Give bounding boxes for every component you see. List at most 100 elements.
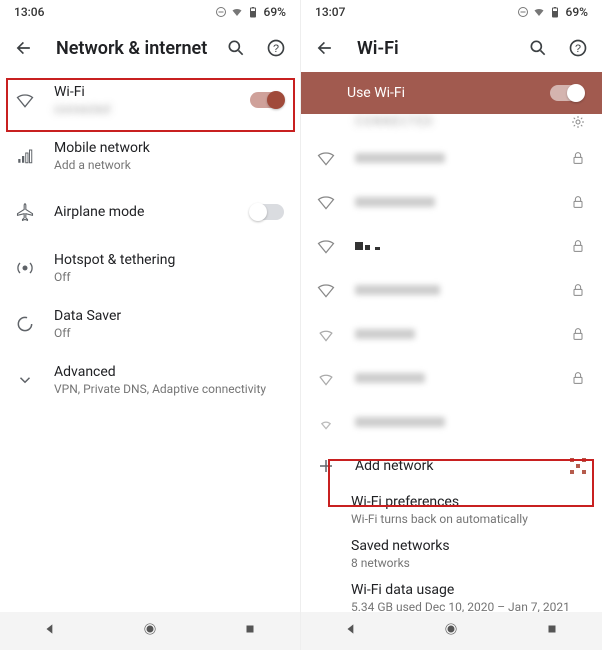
mobile-network-row[interactable]: Mobile network Add a network bbox=[0, 128, 300, 184]
datasaver-row[interactable]: Data Saver Off bbox=[0, 296, 300, 352]
network-name bbox=[355, 373, 425, 383]
svg-text:?: ? bbox=[575, 43, 581, 55]
wifi-icon bbox=[315, 148, 337, 168]
nav-home[interactable] bbox=[143, 622, 157, 640]
mobile-label: Mobile network bbox=[54, 140, 284, 156]
wifi-icon bbox=[14, 90, 36, 110]
lock-icon bbox=[570, 326, 586, 342]
wifi-status-icon bbox=[533, 6, 545, 18]
network-name bbox=[355, 417, 445, 427]
mobile-sub: Add a network bbox=[54, 158, 284, 172]
use-wifi-toggle[interactable] bbox=[550, 85, 584, 101]
page-title: Network & internet bbox=[50, 38, 210, 59]
lock-icon bbox=[570, 150, 586, 166]
battery-icon bbox=[549, 6, 561, 18]
network-row[interactable] bbox=[301, 224, 602, 268]
wifi-toggle[interactable] bbox=[250, 92, 284, 108]
signal-icon bbox=[14, 147, 36, 165]
airplane-row[interactable]: Airplane mode bbox=[0, 184, 300, 240]
lock-icon bbox=[570, 238, 586, 254]
network-row[interactable]: CONNECTED bbox=[301, 114, 602, 136]
search-button[interactable] bbox=[524, 34, 552, 62]
wifi-label: Wi-Fi bbox=[54, 84, 232, 100]
airplane-icon bbox=[14, 202, 36, 222]
usage-label: Wi-Fi data usage bbox=[351, 582, 586, 598]
airplane-toggle[interactable] bbox=[250, 204, 284, 220]
network-row[interactable] bbox=[301, 268, 602, 312]
add-network-row[interactable]: Add network bbox=[301, 444, 602, 488]
wifi-preferences-row[interactable]: Wi-Fi preferences Wi-Fi turns back on au… bbox=[301, 488, 602, 532]
back-button[interactable] bbox=[311, 34, 339, 62]
network-name bbox=[355, 197, 435, 207]
wifi-data-usage-row[interactable]: Wi-Fi data usage 5.34 GB used Dec 10, 20… bbox=[301, 576, 602, 612]
hotspot-row[interactable]: Hotspot & tethering Off bbox=[0, 240, 300, 296]
nav-home[interactable] bbox=[444, 622, 458, 640]
use-wifi-banner[interactable]: Use Wi-Fi bbox=[301, 72, 602, 114]
datasaver-sub: Off bbox=[54, 326, 284, 340]
qr-scan-button[interactable] bbox=[570, 458, 586, 474]
status-icons: 69% bbox=[517, 5, 588, 19]
hotspot-label: Hotspot & tethering bbox=[54, 252, 284, 268]
datasaver-icon bbox=[14, 314, 36, 334]
network-name bbox=[355, 153, 445, 163]
status-time: 13:07 bbox=[315, 5, 345, 19]
hotspot-icon bbox=[14, 258, 36, 278]
nav-bar bbox=[301, 612, 602, 650]
dnd-icon bbox=[517, 6, 529, 18]
lock-icon bbox=[570, 282, 586, 298]
network-row[interactable] bbox=[301, 136, 602, 180]
nav-back[interactable] bbox=[344, 622, 358, 640]
network-name bbox=[355, 329, 415, 339]
wifi-row[interactable]: Wi-Fi connected bbox=[0, 72, 300, 128]
network-row[interactable] bbox=[301, 180, 602, 224]
plus-icon bbox=[315, 457, 337, 475]
advanced-row[interactable]: Advanced VPN, Private DNS, Adaptive conn… bbox=[0, 352, 300, 408]
page-title: Wi-Fi bbox=[351, 38, 512, 59]
settings-icon[interactable] bbox=[570, 114, 586, 130]
battery-icon bbox=[247, 6, 259, 18]
nav-recent[interactable] bbox=[545, 622, 559, 640]
wifi-icon bbox=[315, 236, 337, 256]
add-network-label: Add network bbox=[355, 458, 552, 474]
saved-sub: 8 networks bbox=[351, 556, 586, 570]
use-wifi-label: Use Wi-Fi bbox=[347, 85, 405, 101]
lock-icon bbox=[570, 370, 586, 386]
prefs-sub: Wi-Fi turns back on automatically bbox=[351, 512, 586, 526]
nav-back[interactable] bbox=[43, 622, 57, 640]
help-button[interactable]: ? bbox=[262, 34, 290, 62]
nav-bar bbox=[0, 612, 300, 650]
network-row[interactable] bbox=[301, 400, 602, 444]
wifi-icon bbox=[315, 368, 337, 388]
hotspot-sub: Off bbox=[54, 270, 284, 284]
saved-label: Saved networks bbox=[351, 538, 586, 554]
wifi-status-icon bbox=[231, 6, 243, 18]
svg-text:?: ? bbox=[273, 43, 279, 55]
usage-sub: 5.34 GB used Dec 10, 2020 – Jan 7, 2021 bbox=[351, 600, 586, 612]
help-button[interactable]: ? bbox=[564, 34, 592, 62]
wifi-sub: connected bbox=[54, 102, 232, 116]
advanced-sub: VPN, Private DNS, Adaptive connectivity bbox=[54, 382, 284, 396]
advanced-label: Advanced bbox=[54, 364, 284, 380]
status-icons: 69% bbox=[215, 5, 286, 19]
network-row[interactable] bbox=[301, 356, 602, 400]
nav-recent[interactable] bbox=[243, 622, 257, 640]
back-button[interactable] bbox=[10, 34, 38, 62]
wifi-icon bbox=[315, 412, 337, 432]
wifi-icon bbox=[315, 192, 337, 212]
saved-networks-row[interactable]: Saved networks 8 networks bbox=[301, 532, 602, 576]
search-button[interactable] bbox=[222, 34, 250, 62]
network-name: CONNECTED bbox=[355, 114, 552, 128]
prefs-label: Wi-Fi preferences bbox=[351, 494, 586, 510]
network-name bbox=[355, 285, 440, 295]
battery-percent: 69% bbox=[566, 5, 588, 19]
network-name bbox=[355, 242, 552, 250]
lock-icon bbox=[570, 194, 586, 210]
datasaver-label: Data Saver bbox=[54, 308, 284, 324]
wifi-icon bbox=[315, 280, 337, 300]
chevron-down-icon bbox=[14, 371, 36, 389]
battery-percent: 69% bbox=[264, 5, 286, 19]
dnd-icon bbox=[215, 6, 227, 18]
wifi-icon bbox=[315, 324, 337, 344]
network-row[interactable] bbox=[301, 312, 602, 356]
status-time: 13:06 bbox=[14, 5, 44, 19]
